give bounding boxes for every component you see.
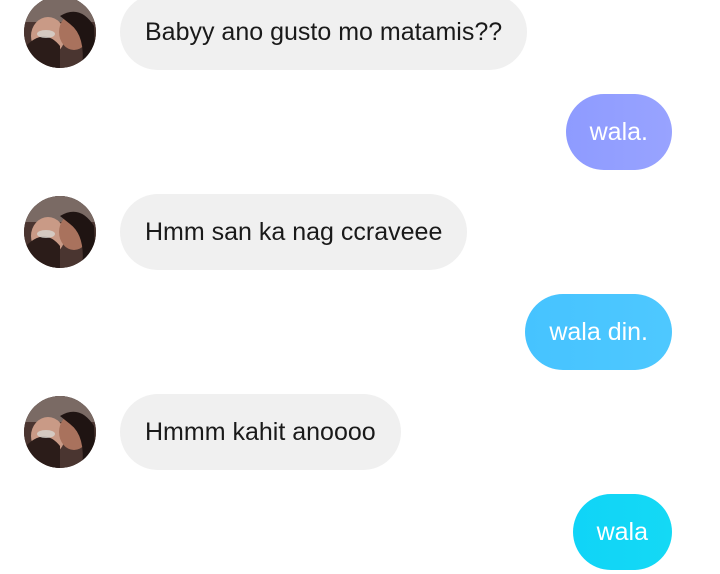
incoming-message-bubble[interactable]: Hmm san ka nag ccraveee xyxy=(120,194,468,270)
outgoing-message-bubble[interactable]: wala din. xyxy=(525,294,672,370)
message-row-incoming: Hmmm kahit anoooo xyxy=(0,394,720,470)
contact-avatar[interactable] xyxy=(24,196,96,268)
message-row-outgoing: wala. xyxy=(0,94,720,170)
message-row-incoming: Babyy ano gusto mo matamis?? xyxy=(0,0,720,70)
contact-avatar[interactable] xyxy=(24,396,96,468)
chat-thread: Babyy ano gusto mo matamis?? wala. Hmm s… xyxy=(0,0,720,574)
message-row-outgoing: wala xyxy=(0,494,720,570)
outgoing-message-bubble[interactable]: wala xyxy=(572,494,672,570)
contact-avatar[interactable] xyxy=(24,0,96,68)
incoming-message-bubble[interactable]: Babyy ano gusto mo matamis?? xyxy=(120,0,528,70)
message-row-outgoing: wala din. xyxy=(0,294,720,370)
incoming-message-bubble[interactable]: Hmmm kahit anoooo xyxy=(120,394,401,470)
outgoing-message-bubble[interactable]: wala. xyxy=(565,94,672,170)
message-row-incoming: Hmm san ka nag ccraveee xyxy=(0,194,720,270)
